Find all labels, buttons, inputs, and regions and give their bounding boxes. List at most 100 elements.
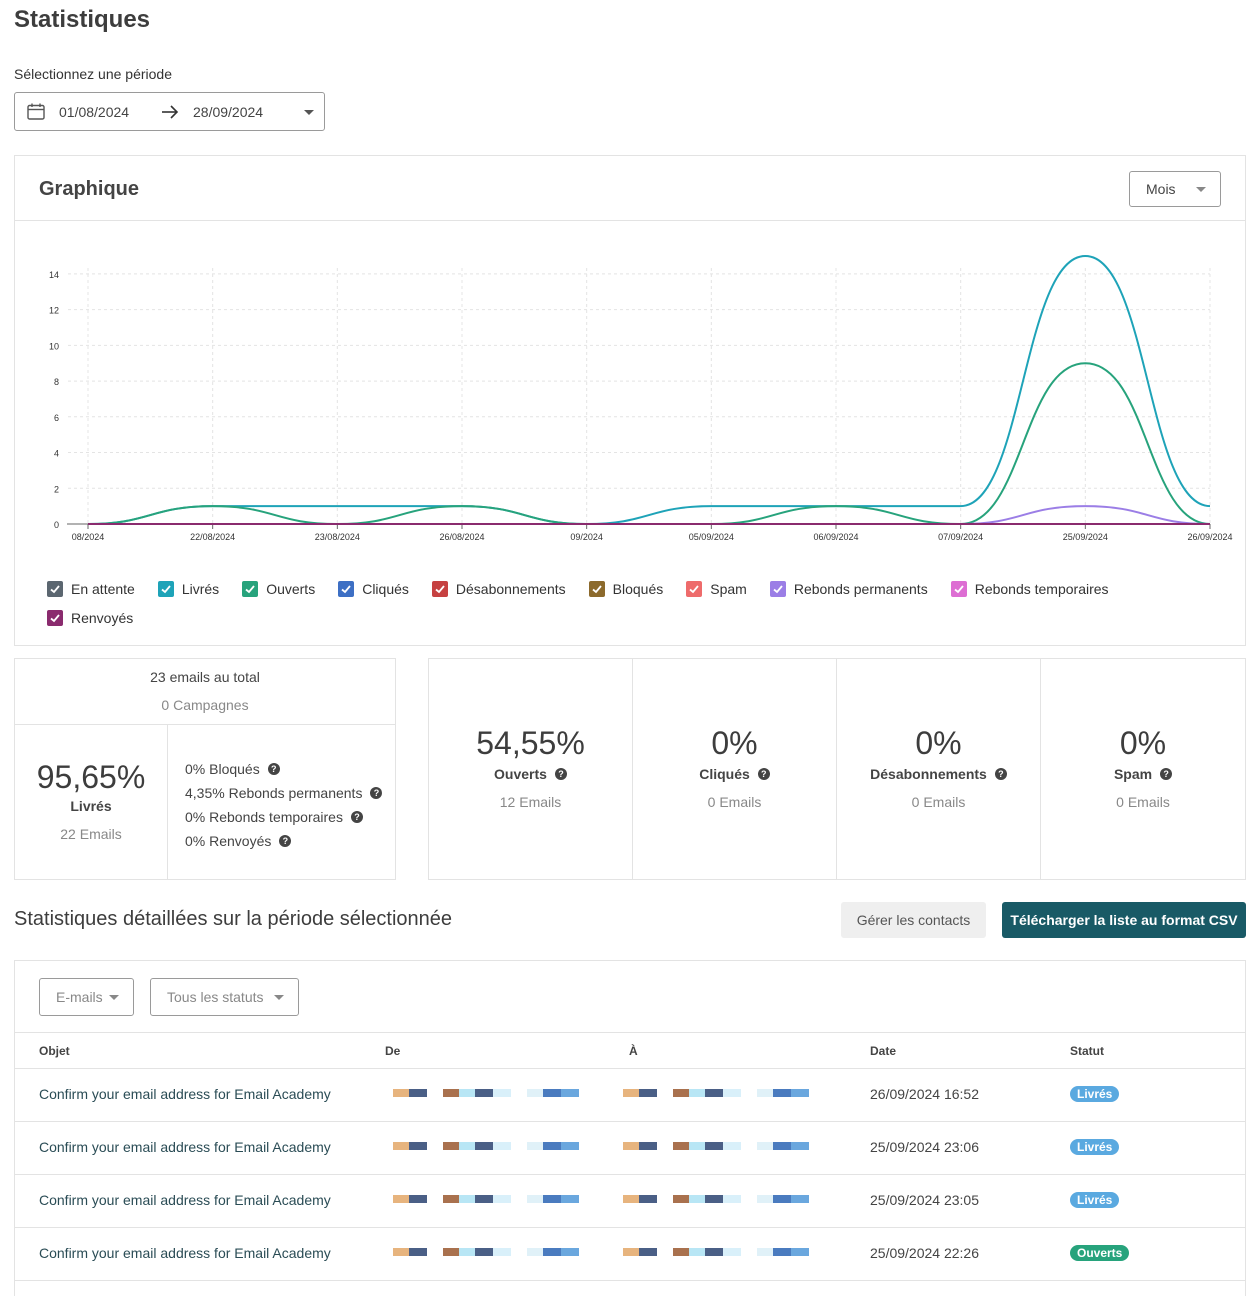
resent-row: 0% Renvoyés? <box>185 829 382 853</box>
x-tick-label: 09/2024 <box>570 532 603 542</box>
series-line <box>87 254 1211 526</box>
cell-subject[interactable]: Confirm your email address for Email Aca… <box>39 1139 331 1155</box>
help-icon[interactable]: ? <box>279 835 292 847</box>
granularity-select[interactable]: Mois <box>1129 171 1221 207</box>
details-title: Statistiques détaillées sur la période s… <box>14 908 453 930</box>
x-tick-label: 25/09/2024 <box>1063 532 1108 542</box>
arrow-right-icon <box>162 105 179 119</box>
y-tick-label: 2 <box>54 484 59 494</box>
totals-card: 23 emails au total 0 Campagnes 95,65% Li… <box>14 658 396 880</box>
legend-item[interactable]: Cliqués <box>338 580 409 597</box>
redacted-address <box>623 1245 809 1259</box>
stat-card-unsubscribed: 0% Désabonnements? 0 Emails <box>836 658 1041 880</box>
checkbox-checked-icon[interactable] <box>686 580 703 597</box>
legend-label: Cliqués <box>362 580 409 597</box>
line-chart: 0 2 4 6 8 10 12 14 08/2024 22/08/2024 23/08/2024 26… <box>49 254 1233 542</box>
help-icon[interactable]: ? <box>370 787 383 799</box>
cell-date: 25/09/2024 23:06 <box>870 1139 979 1155</box>
date-start[interactable]: 01/08/2024 <box>59 104 129 120</box>
column-header-to[interactable]: À <box>629 1044 638 1058</box>
help-icon[interactable]: ? <box>554 768 567 780</box>
redacted-address <box>393 1192 579 1206</box>
chevron-down-icon <box>304 110 314 115</box>
chevron-down-icon <box>1196 187 1206 192</box>
column-header-from[interactable]: De <box>385 1044 400 1058</box>
hard-bounces-row: 4,35% Rebonds permanents? <box>185 781 383 805</box>
y-tick-label: 14 <box>49 270 59 280</box>
legend-item[interactable]: Ouverts <box>242 580 315 597</box>
cell-subject[interactable]: Confirm your email address for Email Aca… <box>39 1192 331 1208</box>
cell-subject[interactable]: Confirm your email address for Email Aca… <box>39 1245 331 1261</box>
campaigns-count: 0 Campagnes <box>161 697 249 713</box>
y-tick-label: 6 <box>54 413 59 423</box>
help-icon[interactable]: ? <box>994 768 1007 780</box>
x-tick-label: 23/08/2024 <box>315 532 360 542</box>
legend-item[interactable]: Spam <box>686 580 747 597</box>
type-filter-value: E-mails <box>56 989 103 1005</box>
checkbox-checked-icon[interactable] <box>242 580 259 597</box>
table-row[interactable]: Confirm your email address for Email Aca… <box>15 1069 1245 1122</box>
legend-item[interactable]: Rebonds permanents <box>769 580 928 597</box>
chart-header: Graphique Mois <box>15 156 1245 221</box>
stat-pct: 0% <box>915 725 962 761</box>
column-header-subject[interactable]: Objet <box>39 1044 70 1058</box>
checkbox-checked-icon[interactable] <box>588 580 605 597</box>
checkbox-checked-icon[interactable] <box>157 580 174 597</box>
table-header: Objet De À Date Statut <box>15 1032 1245 1069</box>
granularity-value: Mois <box>1146 181 1176 197</box>
legend-item[interactable]: Bloqués <box>588 580 663 597</box>
blocked-row: 0% Bloqués? <box>185 757 382 781</box>
date-end[interactable]: 28/09/2024 <box>193 104 263 120</box>
delivered-label: Livrés <box>70 798 112 814</box>
cell-date: 25/09/2024 22:26 <box>870 1245 979 1261</box>
help-icon[interactable]: ? <box>757 768 770 780</box>
y-tick-label: 0 <box>54 520 59 530</box>
redacted-address <box>393 1086 579 1100</box>
type-filter-select[interactable]: E-mails <box>39 978 134 1016</box>
checkbox-checked-icon[interactable] <box>338 580 355 597</box>
download-csv-button[interactable]: Télécharger la liste au format CSV <box>1002 902 1246 938</box>
table-row[interactable]: Confirm your email address for Email Aca… <box>15 1228 1245 1281</box>
y-tick-label: 12 <box>49 306 59 316</box>
cell-date: 25/09/2024 23:05 <box>870 1192 979 1208</box>
legend-item[interactable]: Désabonnements <box>431 580 566 597</box>
checkbox-checked-icon[interactable] <box>769 580 786 597</box>
checkbox-checked-icon[interactable] <box>950 580 967 597</box>
redacted-address <box>623 1086 809 1100</box>
soft-bounces-row: 0% Rebonds temporaires? <box>185 805 382 829</box>
legend-item[interactable]: Livrés <box>157 580 219 597</box>
status-filter-select[interactable]: Tous les statuts <box>150 978 299 1016</box>
date-range-picker[interactable]: 01/08/2024 28/09/2024 <box>14 92 325 131</box>
stat-label-text: Spam <box>1113 766 1153 782</box>
checkbox-checked-icon[interactable] <box>431 580 448 597</box>
stat-pct: 0% <box>711 725 758 761</box>
stat-label: Cliqués? <box>633 766 836 782</box>
column-header-status[interactable]: Statut <box>1070 1044 1104 1058</box>
stat-card-spam: 0% Spam? 0 Emails <box>1040 658 1246 880</box>
status-filter-value: Tous les statuts <box>167 989 264 1005</box>
y-tick-label: 4 <box>54 449 59 459</box>
chart-title: Graphique <box>39 178 140 200</box>
legend-item[interactable]: Rebonds temporaires <box>950 580 1109 597</box>
legend-item[interactable]: En attente <box>47 580 135 597</box>
cell-subject[interactable]: Confirm your email address for Email Aca… <box>39 1086 331 1102</box>
table-row[interactable]: Confirm your email address for Email Aca… <box>15 1175 1245 1228</box>
calendar-icon <box>27 103 45 120</box>
help-icon[interactable]: ? <box>350 811 363 823</box>
checkbox-checked-icon[interactable] <box>47 609 63 626</box>
legend-label: Renvoyés <box>71 609 134 626</box>
legend-label: Rebonds permanents <box>793 580 928 597</box>
stat-count: 0 Emails <box>1116 794 1170 810</box>
manage-contacts-button[interactable]: Gérer les contacts <box>841 902 986 938</box>
checkbox-checked-icon[interactable] <box>47 580 63 597</box>
cell-date: 26/09/2024 16:52 <box>870 1086 979 1102</box>
table-row[interactable]: Confirm your email address for Email Aca… <box>15 1122 1245 1175</box>
legend-item[interactable]: Renvoyés <box>47 609 133 626</box>
blocked-text: 0% Bloqués <box>185 761 260 777</box>
column-header-date[interactable]: Date <box>870 1044 896 1058</box>
stat-count: 0 Emails <box>911 794 966 810</box>
help-icon[interactable]: ? <box>1160 768 1173 780</box>
status-badge: Livrés <box>1070 1139 1120 1155</box>
redacted-address <box>623 1139 809 1153</box>
help-icon[interactable]: ? <box>267 763 280 775</box>
